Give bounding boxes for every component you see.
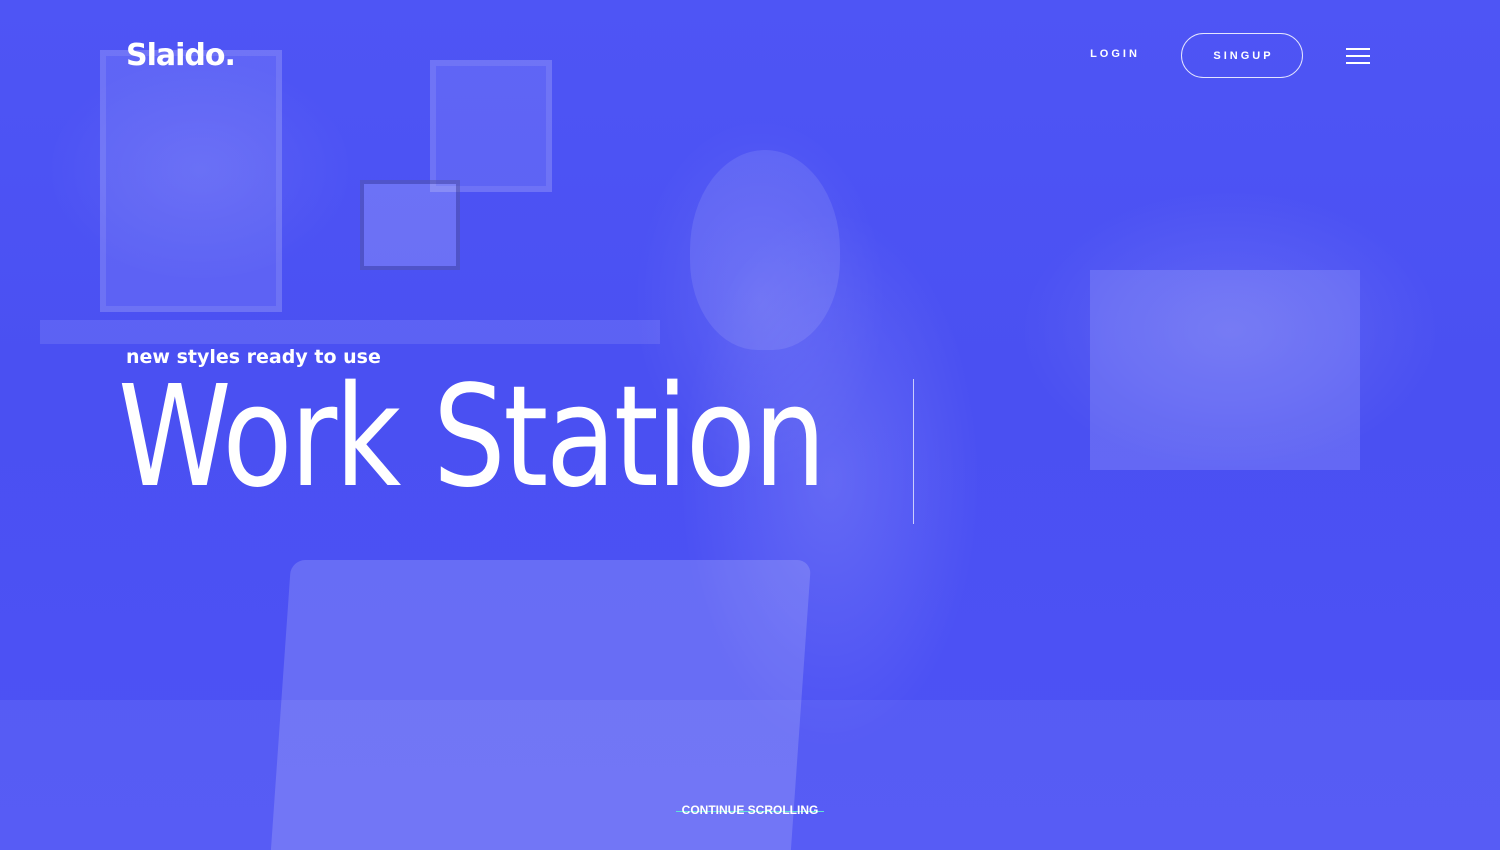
background-monitor (360, 180, 460, 270)
hero-section: Slaido. LOGIN SINGUP new styles ready to… (0, 0, 1500, 850)
background-face (690, 150, 840, 350)
background-window (100, 50, 282, 312)
hero-title: Work Station (118, 356, 826, 519)
background-frame (430, 60, 552, 192)
signup-button-label: SINGUP (1213, 49, 1274, 62)
menu-bar-middle (1346, 55, 1370, 57)
hamburger-menu-icon[interactable] (1346, 45, 1372, 67)
menu-bar-bottom (1346, 62, 1370, 64)
continue-scrolling-label: CONTINUE SCROLLING (681, 803, 819, 817)
site-logo[interactable]: Slaido. (126, 38, 236, 73)
continue-scrolling-link[interactable]: CONTINUE SCROLLING (676, 803, 824, 817)
background-right-window (1090, 270, 1360, 470)
signup-button[interactable]: SINGUP (1181, 33, 1303, 78)
typing-cursor (913, 379, 914, 524)
menu-bar-top (1346, 48, 1370, 50)
login-link[interactable]: LOGIN (1080, 48, 1150, 60)
